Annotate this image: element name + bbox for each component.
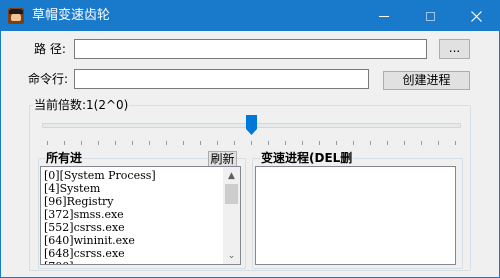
- slider-tick: [370, 141, 371, 145]
- slider-tick: [404, 141, 405, 145]
- slider-tick: [285, 141, 286, 145]
- maximize-button[interactable]: [407, 1, 453, 31]
- slider-tick: [64, 141, 65, 145]
- main-window: 草帽变速齿轮 路 径: ... 命令行: 创建进程 当前倍数:1(2^0) 所有…: [0, 0, 500, 278]
- process-list-scrollbar[interactable]: ▲ ⌄: [223, 167, 240, 264]
- slider-tick: [149, 141, 150, 145]
- scroll-up-arrow-icon[interactable]: ▲: [223, 167, 240, 184]
- maximize-icon: [425, 11, 435, 21]
- path-label: 路 径:: [34, 42, 66, 56]
- slider-tick: [217, 141, 218, 145]
- slider-tick: [234, 141, 235, 145]
- close-icon: [470, 10, 482, 22]
- slider-tick: [387, 141, 388, 145]
- slider-tick: [132, 141, 133, 145]
- slider-tick: [438, 141, 439, 145]
- scroll-down-arrow-icon[interactable]: ⌄: [223, 247, 240, 264]
- slider-tick: [302, 141, 303, 145]
- scroll-thumb[interactable]: [225, 184, 238, 204]
- slider-tick: [251, 141, 252, 145]
- process-list-item[interactable]: [0][System Process]: [44, 169, 156, 182]
- process-list-item[interactable]: [372]smss.exe: [44, 208, 156, 221]
- process-list-item[interactable]: [648]csrss.exe: [44, 247, 156, 260]
- process-listbox[interactable]: [0][System Process] [4]System [96]Registry…: [40, 166, 241, 265]
- cmdline-label: 命令行:: [28, 72, 69, 86]
- slider-tick: [455, 141, 456, 145]
- close-button[interactable]: [453, 1, 499, 31]
- process-list-item[interactable]: [4]System: [44, 182, 156, 195]
- process-list: [0][System Process] [4]System [96]Registry…: [44, 169, 156, 264]
- speed-process-listbox[interactable]: [255, 166, 456, 265]
- speed-process-title: 变速进程(DEL删: [260, 151, 354, 165]
- cmdline-input[interactable]: [74, 69, 369, 89]
- process-list-item[interactable]: [700]...: [44, 260, 156, 264]
- minimize-icon: [379, 15, 389, 17]
- process-list-item[interactable]: [552]csrss.exe: [44, 221, 156, 234]
- speed-multiplier-label: 当前倍数:1(2^0): [33, 98, 130, 112]
- slider-tick: [166, 141, 167, 145]
- title-bar[interactable]: 草帽变速齿轮: [1, 1, 499, 31]
- path-input[interactable]: [74, 39, 427, 59]
- slider-tick: [47, 141, 48, 145]
- minimize-button[interactable]: [361, 1, 407, 31]
- slider-tick: [200, 141, 201, 145]
- process-list-item[interactable]: [640]wininit.exe: [44, 234, 156, 247]
- process-list-item[interactable]: [96]Registry: [44, 195, 156, 208]
- slider-tick: [268, 141, 269, 145]
- browse-button[interactable]: ...: [439, 39, 470, 59]
- speed-slider-thumb[interactable]: [246, 115, 257, 135]
- straw-hat-app-icon: [8, 8, 24, 24]
- create-process-button[interactable]: 创建进程: [383, 71, 470, 90]
- slider-tick: [183, 141, 184, 145]
- window-title: 草帽变速齿轮: [32, 8, 111, 23]
- slider-tick: [319, 141, 320, 145]
- slider-tick: [115, 141, 116, 145]
- slider-tick: [81, 141, 82, 145]
- slider-tick: [353, 141, 354, 145]
- slider-tick: [421, 141, 422, 145]
- process-list-title: 所有进: [45, 151, 84, 165]
- slider-tick: [98, 141, 99, 145]
- slider-tick: [336, 141, 337, 145]
